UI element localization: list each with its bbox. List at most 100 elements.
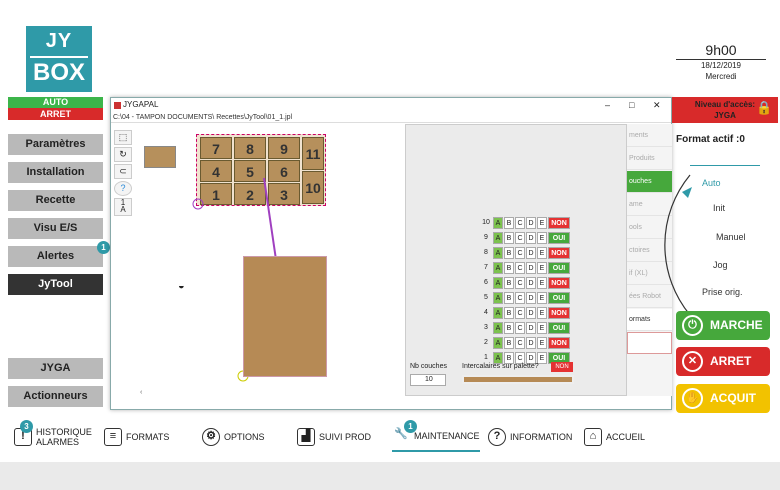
layer-letter[interactable]: D — [526, 322, 536, 334]
maximize-icon[interactable]: □ — [629, 98, 634, 112]
layer-letter[interactable]: B — [504, 277, 514, 289]
arret-button[interactable]: ✕ ARRET — [676, 347, 770, 376]
layer-letter[interactable]: C — [515, 322, 525, 334]
acquit-label: ACQUIT — [710, 391, 756, 405]
nav-accueil[interactable]: ⌂ ACCUEIL — [584, 422, 645, 452]
layer-letter[interactable]: D — [526, 277, 536, 289]
layer-letter[interactable]: E — [537, 217, 547, 229]
layer-letter[interactable]: A — [493, 247, 503, 259]
layer-letter[interactable]: C — [515, 307, 525, 319]
layer-letter[interactable]: D — [526, 217, 536, 229]
acquit-icon: ✋ — [682, 388, 703, 409]
layer-status[interactable]: NON — [548, 277, 570, 289]
menu-empty-slot[interactable] — [627, 332, 672, 354]
layer-status[interactable]: NON — [548, 337, 570, 349]
intercalaires-label: Intercalaires sur palette? — [462, 363, 539, 370]
layer-letter[interactable]: C — [515, 217, 525, 229]
factory-icon: ▟ — [297, 428, 315, 446]
intercalaires-toggle[interactable]: NON — [551, 362, 573, 372]
layer-letter[interactable]: A — [493, 322, 503, 334]
layer-status[interactable]: NON — [548, 247, 570, 259]
nav-suivi-prod[interactable]: ▟ SUIVI PROD — [297, 422, 371, 452]
layer-letter[interactable]: E — [537, 307, 547, 319]
layer-letter[interactable]: C — [515, 262, 525, 274]
layer-status[interactable]: OUI — [548, 262, 570, 274]
layer-letter[interactable]: A — [493, 337, 503, 349]
layer-letter[interactable]: E — [537, 292, 547, 304]
layer-letter[interactable]: D — [526, 292, 536, 304]
sidebar-item-jyga[interactable]: JYGA — [8, 358, 103, 379]
layer-letter[interactable]: D — [526, 262, 536, 274]
layer-letter[interactable]: B — [504, 292, 514, 304]
sidebar-item-parametres[interactable]: Paramètres — [8, 134, 103, 155]
nav-formats[interactable]: ≡ FORMATS — [104, 422, 169, 452]
sidebar-item-installation[interactable]: Installation — [8, 162, 103, 183]
logo-line1: JY — [45, 30, 73, 52]
scroll-left-icon[interactable]: ‹ — [140, 389, 142, 396]
mode-init[interactable]: Init — [713, 203, 725, 213]
nav-information[interactable]: ? INFORMATION — [488, 422, 572, 452]
layer-letter[interactable]: C — [515, 247, 525, 259]
close-icon[interactable]: ✕ — [653, 98, 661, 112]
sidebar-item-recette[interactable]: Recette — [8, 190, 103, 211]
layer-letter[interactable]: E — [537, 322, 547, 334]
layer-letter[interactable]: B — [504, 247, 514, 259]
minimize-icon[interactable]: – — [605, 98, 610, 112]
layer-letter[interactable]: B — [504, 262, 514, 274]
mode-jog[interactable]: Jog — [713, 260, 728, 270]
layer-letter[interactable]: E — [537, 232, 547, 244]
layer-letter[interactable]: C — [515, 277, 525, 289]
layer-letter[interactable]: B — [504, 322, 514, 334]
layer-status[interactable]: OUI — [548, 322, 570, 334]
mode-manuel[interactable]: Manuel — [716, 232, 746, 242]
sidebar-item-actionneurs[interactable]: Actionneurs — [8, 386, 103, 407]
mode-prise-orig[interactable]: Prise orig. — [702, 287, 743, 297]
layer-row: 2 A B C D E NON — [480, 337, 571, 351]
sidebar-item-alertes[interactable]: Alertes — [8, 246, 103, 267]
nav-options[interactable]: ⚙ OPTIONS — [202, 422, 265, 452]
layer-letter[interactable]: D — [526, 247, 536, 259]
window-titlebar: JYGAPAL – □ ✕ — [111, 98, 671, 112]
layer-letter[interactable]: D — [526, 232, 536, 244]
mode-auto[interactable]: Auto — [702, 178, 721, 188]
layer-letter[interactable]: B — [504, 232, 514, 244]
layer-number: 7 — [484, 264, 488, 271]
jygapal-window: JYGAPAL – □ ✕ C:\04 - TAMPON DOCUMENTS\ … — [110, 97, 672, 410]
sidebar-item-jytool[interactable]: JyTool — [8, 274, 103, 295]
layout-canvas[interactable]: ⬚ ↻ ⊂ ? 1A 7 8 9 11 4 5 6 10 1 2 3 ◒ ‹ — [112, 124, 402, 396]
layer-letter[interactable]: E — [537, 247, 547, 259]
layer-letter[interactable]: B — [504, 337, 514, 349]
layer-letter[interactable]: E — [537, 277, 547, 289]
gear-icon: ⚙ — [202, 428, 220, 446]
menu-item-elements[interactable]: ments — [627, 125, 672, 147]
nb-couches-input[interactable]: 10 — [410, 374, 446, 386]
logo-line2: BOX — [30, 56, 88, 88]
sidebar-item-visu-es[interactable]: Visu E/S — [8, 218, 103, 239]
layer-letter[interactable]: E — [537, 337, 547, 349]
layer-letter[interactable]: B — [504, 217, 514, 229]
acquit-button[interactable]: ✋ ACQUIT — [676, 384, 770, 413]
layer-letter[interactable]: B — [504, 307, 514, 319]
layer-status[interactable]: OUI — [548, 292, 570, 304]
layer-letter[interactable]: D — [526, 307, 536, 319]
layer-letter[interactable]: A — [493, 217, 503, 229]
layer-letter[interactable]: C — [515, 232, 525, 244]
lock-icon[interactable]: 🔒 — [756, 100, 772, 116]
layer-letter[interactable]: C — [515, 292, 525, 304]
marche-button[interactable]: ⏻ MARCHE — [676, 311, 770, 340]
layer-letter[interactable]: A — [493, 277, 503, 289]
menu-item-produits[interactable]: Produits — [627, 148, 672, 170]
layer-letter[interactable]: A — [493, 292, 503, 304]
current-box[interactable] — [243, 256, 327, 377]
formats-label: FORMATS — [126, 432, 170, 442]
layer-status[interactable]: NON — [548, 217, 570, 229]
marche-label: MARCHE — [710, 318, 763, 332]
layer-letter[interactable]: D — [526, 337, 536, 349]
layer-status[interactable]: OUI — [548, 232, 570, 244]
layer-letter[interactable]: C — [515, 337, 525, 349]
layer-status[interactable]: NON — [548, 307, 570, 319]
layer-letter[interactable]: E — [537, 262, 547, 274]
layer-letter[interactable]: A — [493, 262, 503, 274]
layer-letter[interactable]: A — [493, 232, 503, 244]
layer-letter[interactable]: A — [493, 307, 503, 319]
